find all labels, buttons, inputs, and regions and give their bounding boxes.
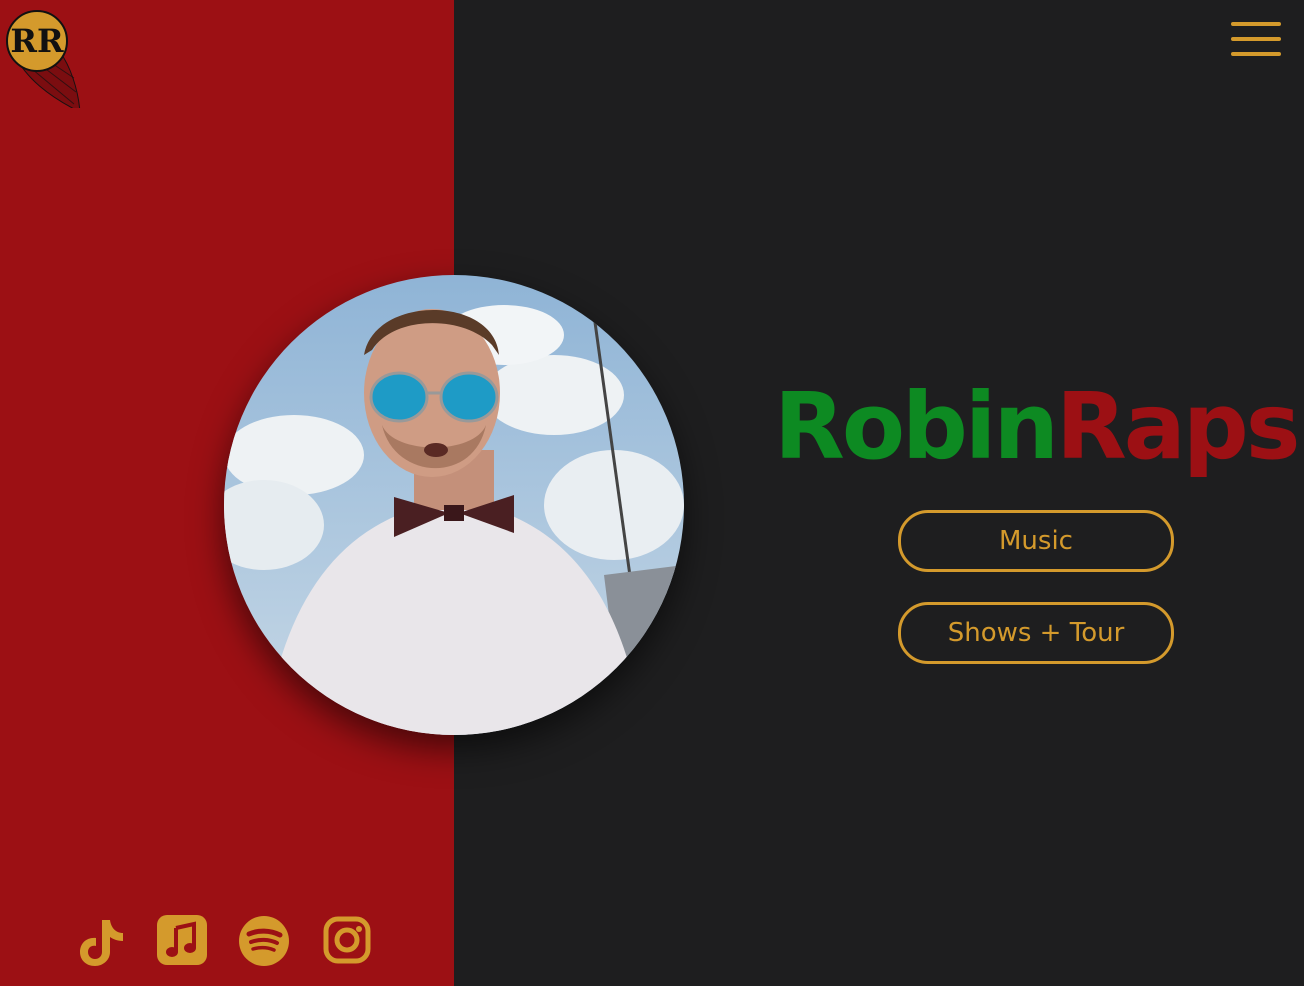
menu-line: [1231, 22, 1281, 26]
apple-music-icon[interactable]: [156, 914, 210, 968]
tiktok-icon[interactable]: [76, 914, 130, 968]
brand-title-part1: Robin: [774, 373, 1059, 480]
spotify-icon[interactable]: [238, 914, 292, 968]
brand-title-part2: Raps: [1055, 373, 1301, 480]
hamburger-menu-icon[interactable]: [1228, 20, 1284, 60]
shows-tour-button[interactable]: Shows + Tour: [898, 602, 1174, 664]
rr-logo-icon[interactable]: RR: [4, 8, 84, 113]
artist-portrait: [224, 275, 684, 735]
brand-title: RobinRaps: [774, 372, 1304, 492]
music-button[interactable]: Music: [898, 510, 1174, 572]
instagram-icon[interactable]: [322, 914, 376, 968]
menu-line: [1231, 37, 1281, 41]
svg-text:RR: RR: [10, 22, 64, 60]
menu-line: [1231, 52, 1281, 56]
